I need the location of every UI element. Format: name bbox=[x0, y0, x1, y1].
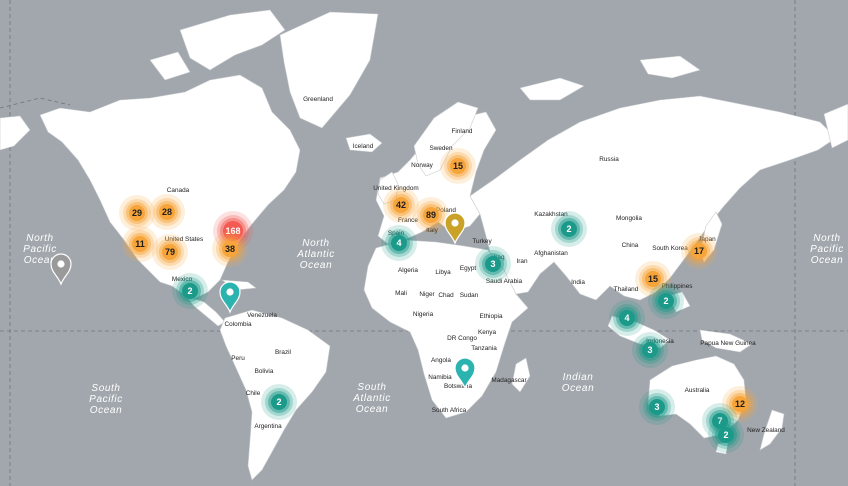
place-label: Egypt bbox=[460, 265, 477, 272]
place-label: Libya bbox=[435, 269, 451, 276]
cluster-count: 4 bbox=[396, 238, 401, 248]
pin-hole bbox=[57, 260, 65, 268]
marker-cluster[interactable]: 2 bbox=[708, 417, 744, 453]
place-label: Namibia bbox=[428, 374, 452, 381]
cluster-count: 11 bbox=[135, 239, 145, 249]
pin-hole bbox=[451, 219, 459, 227]
place-label: Mali bbox=[395, 290, 407, 297]
place-label: Peru bbox=[231, 355, 245, 362]
place-label: Thailand bbox=[614, 286, 639, 293]
cluster-count: 2 bbox=[276, 397, 281, 407]
marker-cluster[interactable]: 79 bbox=[152, 234, 188, 270]
cluster-count: 28 bbox=[162, 207, 172, 217]
place-label: DR Congo bbox=[447, 335, 477, 342]
place-label: Argentina bbox=[254, 423, 282, 430]
marker-cluster[interactable]: 3 bbox=[632, 332, 668, 368]
pin-hole bbox=[226, 288, 234, 296]
place-label: Afghanistan bbox=[534, 250, 568, 257]
marker-cluster[interactable]: 17 bbox=[681, 233, 717, 269]
place-label: Australia bbox=[685, 387, 710, 394]
cluster-count: 79 bbox=[165, 247, 175, 257]
cluster-count: 2 bbox=[723, 430, 728, 440]
world-map[interactable]: North Atlantic Ocean North Pacific Ocean Nor… bbox=[0, 0, 848, 486]
place-label: Papua New Guinea bbox=[700, 340, 756, 347]
place-label: Algeria bbox=[398, 267, 418, 274]
marker-cluster[interactable]: 3 bbox=[475, 246, 511, 282]
cluster-count: 3 bbox=[647, 345, 652, 355]
cluster-count: 3 bbox=[490, 259, 495, 269]
marker-cluster[interactable]: 2 bbox=[261, 384, 297, 420]
place-label: Turkey bbox=[472, 238, 492, 245]
place-label: Russia bbox=[599, 156, 619, 163]
place-label: Canada bbox=[167, 187, 190, 194]
north-pacific-ocean-label-right: North Pacific Ocean bbox=[810, 233, 844, 266]
place-label: Ethiopia bbox=[479, 313, 503, 320]
place-label: Chad bbox=[438, 292, 454, 299]
marker-cluster[interactable]: 2 bbox=[172, 273, 208, 309]
marker-cluster[interactable]: 2 bbox=[648, 283, 684, 319]
cluster-count: 15 bbox=[453, 161, 463, 171]
marker-cluster[interactable]: 28 bbox=[149, 194, 185, 230]
marker-cluster[interactable]: 38 bbox=[212, 231, 248, 267]
cluster-count: 38 bbox=[225, 244, 235, 254]
north-atlantic-ocean-label: North Atlantic Ocean bbox=[296, 238, 335, 271]
cluster-count: 2 bbox=[566, 224, 571, 234]
place-label: Botswana bbox=[444, 383, 473, 390]
marker-cluster[interactable]: 89 bbox=[413, 197, 449, 233]
cluster-count: 3 bbox=[654, 402, 659, 412]
place-label: Norway bbox=[411, 162, 433, 169]
place-label: Sudan bbox=[460, 292, 479, 299]
cluster-count: 89 bbox=[426, 210, 436, 220]
place-label: Chile bbox=[246, 390, 261, 397]
place-label: Tanzania bbox=[471, 345, 497, 352]
south-atlantic-ocean-label: South Atlantic Ocean bbox=[352, 382, 391, 415]
cluster-count: 42 bbox=[396, 200, 406, 210]
place-label: Madagascar bbox=[491, 377, 527, 384]
cluster-count: 29 bbox=[132, 208, 142, 218]
place-label: Venezuela bbox=[247, 312, 277, 319]
cluster-count: 2 bbox=[663, 296, 668, 306]
pin-hole bbox=[461, 364, 469, 372]
place-label: Niger bbox=[419, 291, 435, 298]
place-label: Colombia bbox=[225, 321, 252, 328]
place-label: Nigeria bbox=[413, 311, 434, 318]
marker-cluster[interactable]: 4 bbox=[381, 225, 417, 261]
place-label: South Africa bbox=[432, 407, 467, 414]
place-label: Brazil bbox=[275, 349, 291, 356]
place-label: Iceland bbox=[353, 143, 374, 150]
indian-ocean-label: Indian Ocean bbox=[562, 372, 594, 394]
place-label: Bolivia bbox=[255, 368, 274, 375]
place-label: Greenland bbox=[303, 96, 333, 103]
place-label: Angola bbox=[431, 357, 451, 364]
cluster-count: 2 bbox=[187, 286, 192, 296]
cluster-count: 12 bbox=[735, 399, 745, 409]
place-label: Kenya bbox=[478, 329, 497, 336]
cluster-count: 15 bbox=[648, 274, 658, 284]
marker-cluster[interactable]: 4 bbox=[609, 300, 645, 336]
place-label: Iran bbox=[516, 258, 527, 265]
place-label: China bbox=[622, 242, 639, 249]
marker-cluster[interactable]: 3 bbox=[639, 389, 675, 425]
place-label: Finland bbox=[452, 128, 473, 135]
cluster-count: 4 bbox=[624, 313, 629, 323]
place-label: New Zealand bbox=[747, 427, 785, 434]
marker-cluster[interactable]: 2 bbox=[551, 211, 587, 247]
south-pacific-ocean-label: South Pacific Ocean bbox=[89, 383, 123, 416]
place-label: India bbox=[571, 279, 585, 286]
place-label: Mongolia bbox=[616, 215, 642, 222]
marker-cluster[interactable]: 15 bbox=[440, 148, 476, 184]
cluster-count: 17 bbox=[694, 246, 704, 256]
